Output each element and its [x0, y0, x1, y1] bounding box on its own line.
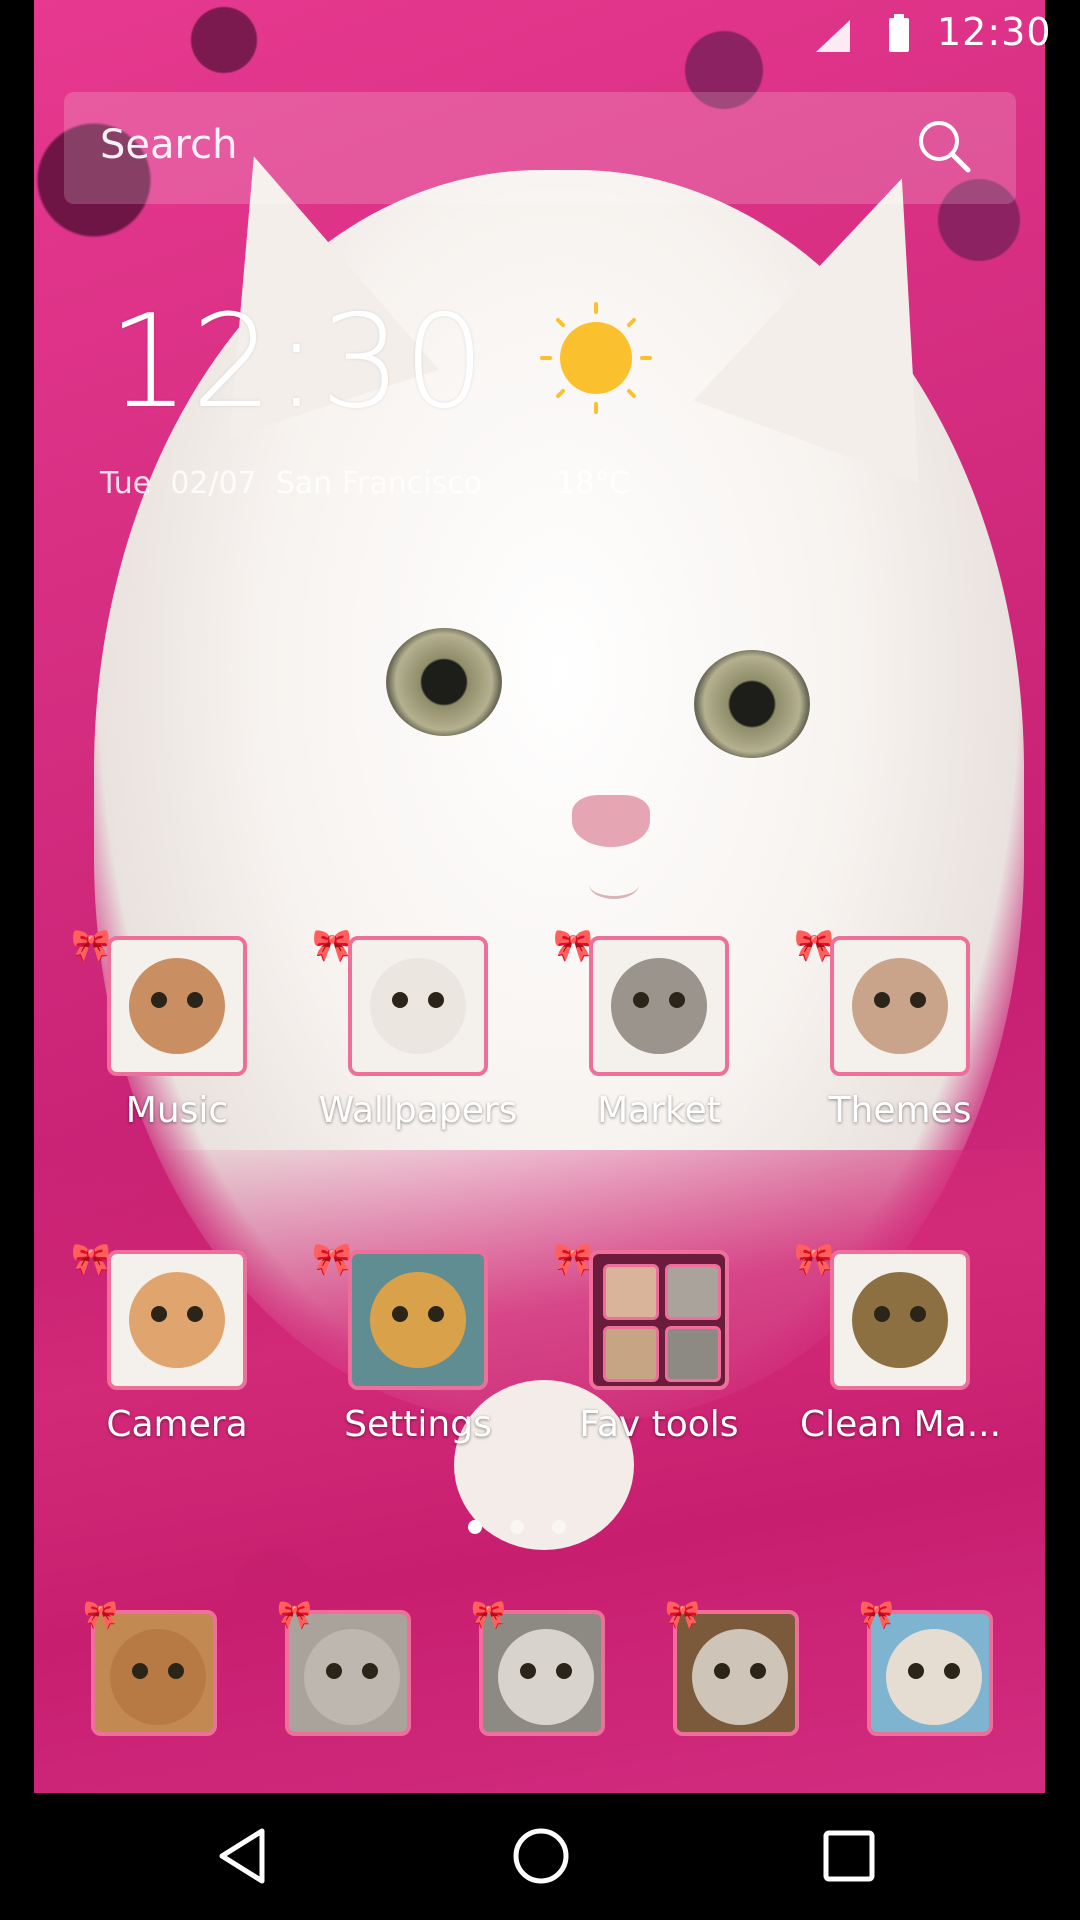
folder-thumb-1 [603, 1264, 659, 1320]
wallpaper-cat-eye-right [694, 650, 810, 758]
cat-icon [692, 1629, 788, 1725]
bow-icon: 🎀 [665, 1598, 700, 1631]
app-label-music: Music [125, 1090, 229, 1131]
cat-icon [886, 1629, 982, 1725]
dock-app-4[interactable]: 🎀 [665, 1598, 799, 1736]
app-themes[interactable]: 🎀 Themes [794, 926, 1000, 1131]
bow-icon: 🎀 [859, 1598, 894, 1631]
app-fav-tools[interactable]: 🎀 Fav tools [553, 1240, 759, 1445]
cat-icon [498, 1629, 594, 1725]
themes-app-icon[interactable] [830, 936, 970, 1076]
bow-icon: 🎀 [277, 1598, 312, 1631]
wallpaper-cat-mouth [589, 870, 639, 899]
search-icon[interactable] [914, 116, 974, 176]
app-label-clean-master: Clean Ma... [800, 1404, 1002, 1445]
cat-icon [852, 958, 948, 1054]
cat-icon [611, 958, 707, 1054]
page-dot-active [468, 1520, 482, 1534]
signal-icon [816, 20, 850, 52]
app-label-market: Market [597, 1090, 721, 1131]
search-input[interactable]: Search [100, 122, 237, 168]
app-label-camera: Camera [106, 1404, 248, 1445]
search-bar[interactable]: Search [64, 92, 1016, 204]
dock-app-5[interactable]: 🎀 [859, 1598, 993, 1736]
cat-icon [370, 958, 466, 1054]
app-camera[interactable]: 🎀 Camera [71, 1240, 277, 1445]
music-app-icon[interactable] [107, 936, 247, 1076]
app-market[interactable]: 🎀 Market [553, 926, 759, 1131]
bow-icon: 🎀 [553, 1240, 593, 1278]
bow-icon: 🎀 [71, 926, 111, 964]
page-dot [552, 1520, 566, 1534]
folder-thumb-4 [665, 1326, 721, 1382]
settings-app-icon[interactable] [348, 1250, 488, 1390]
wallpapers-app-icon[interactable] [348, 936, 488, 1076]
wallpaper-cat-eye-left [386, 628, 502, 736]
folder-thumb-2 [665, 1264, 721, 1320]
cat-icon [129, 958, 225, 1054]
app-label-themes: Themes [828, 1090, 972, 1131]
app-music[interactable]: 🎀 Music [71, 926, 277, 1131]
bow-icon: 🎀 [71, 1240, 111, 1278]
camera-app-icon[interactable] [107, 1250, 247, 1390]
clock-widget-temperature: 18°C [556, 466, 631, 501]
cat-icon [304, 1629, 400, 1725]
status-clock: 12:30 [937, 10, 1052, 54]
app-label-wallpapers: Wallpapers [318, 1090, 518, 1131]
cat-icon [852, 1272, 948, 1368]
fav-tools-folder-icon[interactable] [589, 1250, 729, 1390]
bow-icon: 🎀 [312, 926, 352, 964]
cat-icon [370, 1272, 466, 1368]
bow-icon: 🎀 [471, 1598, 506, 1631]
bow-icon: 🎀 [83, 1598, 118, 1631]
bow-icon: 🎀 [553, 926, 593, 964]
page-dot [510, 1520, 524, 1534]
battery-icon [889, 14, 909, 52]
dock-app-2[interactable]: 🎀 [277, 1598, 411, 1736]
home-icon[interactable] [508, 1823, 574, 1889]
dock-app-3[interactable]: 🎀 [471, 1598, 605, 1736]
bow-icon: 🎀 [794, 926, 834, 964]
market-app-icon[interactable] [589, 936, 729, 1076]
bow-icon: 🎀 [794, 1240, 834, 1278]
folder-thumb-3 [603, 1326, 659, 1382]
page-indicator [468, 1520, 598, 1540]
app-clean-master[interactable]: 🎀 Clean Ma... [794, 1240, 1002, 1445]
bow-icon: 🎀 [312, 1240, 352, 1278]
clock-widget-date-city: Tue 02/07 San Francisco [100, 466, 482, 501]
cat-icon [129, 1272, 225, 1368]
app-settings[interactable]: 🎀 Settings [312, 1240, 518, 1445]
clock-widget-time[interactable]: 12:30 [108, 288, 487, 437]
back-icon[interactable] [210, 1823, 276, 1889]
clean-master-app-icon[interactable] [830, 1250, 970, 1390]
dock-app-1[interactable]: 🎀 [83, 1598, 217, 1736]
app-label-fav-tools: Fav tools [579, 1404, 739, 1445]
recent-apps-icon[interactable] [818, 1825, 880, 1887]
cat-icon [110, 1629, 206, 1725]
sun-icon[interactable] [538, 300, 654, 416]
navigation-bar [0, 1793, 1080, 1920]
app-label-settings: Settings [344, 1404, 492, 1445]
wallpaper-cat-nose [572, 795, 650, 847]
status-bar: 12:30 [34, 0, 1051, 68]
app-wallpapers[interactable]: 🎀 Wallpapers [312, 926, 518, 1131]
